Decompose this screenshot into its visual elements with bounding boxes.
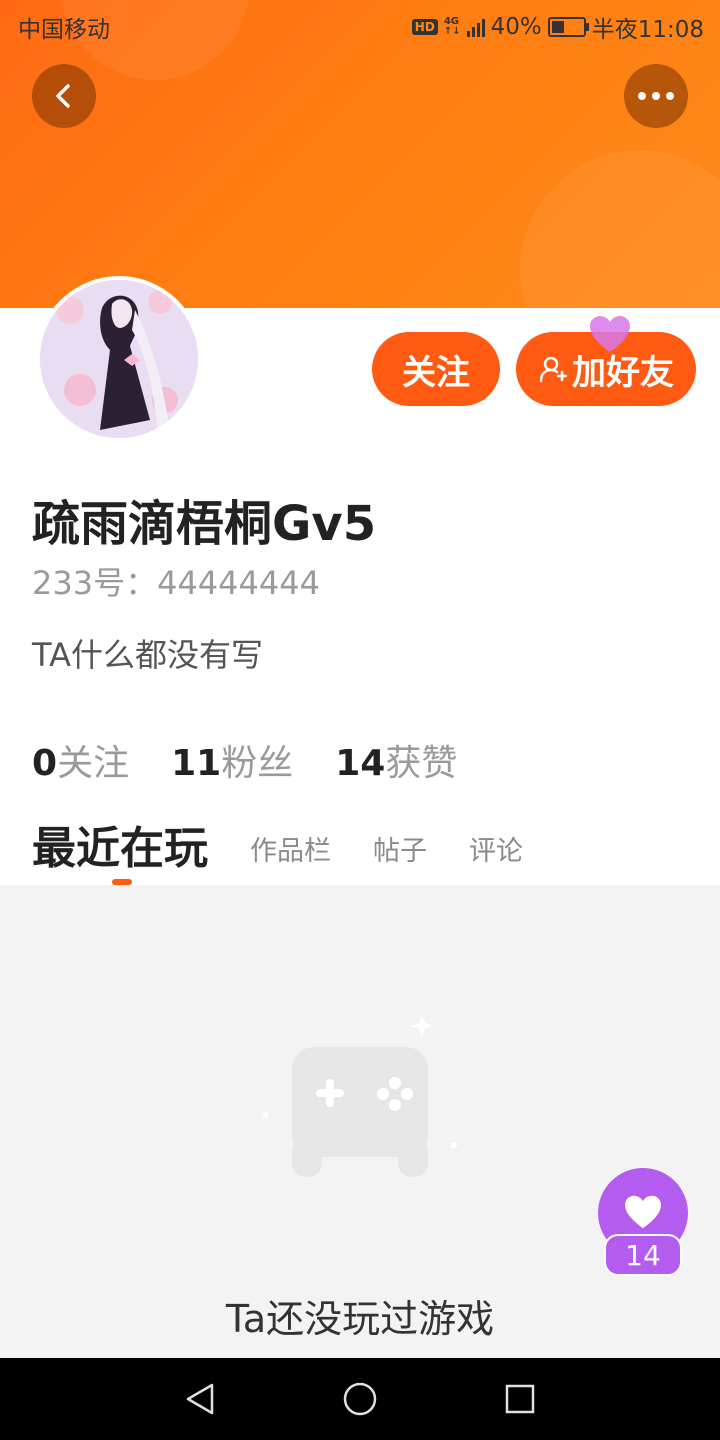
heart-icon (590, 316, 630, 352)
gamepad-icon (263, 1015, 457, 1177)
chevron-left-icon (56, 84, 70, 108)
stat-followers[interactable]: 11粉丝 (171, 734, 293, 786)
tab-posts[interactable]: 帖子 (373, 829, 427, 876)
profile-bio: TA什么都没有写 (32, 636, 263, 674)
profile-name: 疏雨滴梧桐Gv5 (32, 496, 377, 552)
carrier-label: 中国移动 (18, 17, 110, 43)
clock: 半夜11:08 (591, 17, 704, 43)
signal-icon (466, 17, 485, 37)
hd-icon: HD (411, 19, 438, 35)
more-options-button[interactable] (624, 64, 688, 128)
nav-recents-icon[interactable] (504, 1383, 536, 1415)
avatar[interactable] (36, 276, 202, 442)
stat-likes[interactable]: 14获赞 (335, 734, 457, 786)
profile-stats: 0关注 11粉丝 14获赞 (32, 734, 457, 786)
status-bar: 中国移动 HD 4G ↑↓ 40% 半夜11:08 (0, 0, 720, 50)
tab-works[interactable]: 作品栏 (250, 829, 331, 876)
avatar-illustration (40, 280, 198, 438)
follow-button[interactable]: 关注 (372, 332, 500, 406)
stat-following[interactable]: 0关注 (32, 734, 129, 786)
tab-recently-played[interactable]: 最近在玩 (32, 812, 208, 876)
banner-decoration (520, 150, 720, 308)
likes-count-badge: 14 (604, 1234, 682, 1276)
network-type: 4G ↑↓ (443, 16, 461, 37)
battery-icon (547, 17, 589, 37)
back-button[interactable] (32, 64, 96, 128)
system-navigation-bar (0, 1358, 720, 1440)
user-id: 233号：44444444 (32, 564, 320, 602)
heart-icon (625, 1195, 661, 1229)
profile-tabs: 最近在玩 作品栏 帖子 评论 (32, 812, 523, 876)
tab-comments[interactable]: 评论 (469, 829, 523, 876)
add-user-icon (539, 356, 568, 383)
empty-state-message: Ta还没玩过游戏 (225, 1297, 495, 1341)
battery-percent: 40% (490, 14, 542, 40)
nav-back-icon[interactable] (184, 1382, 218, 1416)
status-indicators: HD 4G ↑↓ 40% 半夜11:08 (411, 10, 704, 44)
more-dots-icon (638, 92, 674, 100)
nav-home-icon[interactable] (342, 1381, 378, 1417)
